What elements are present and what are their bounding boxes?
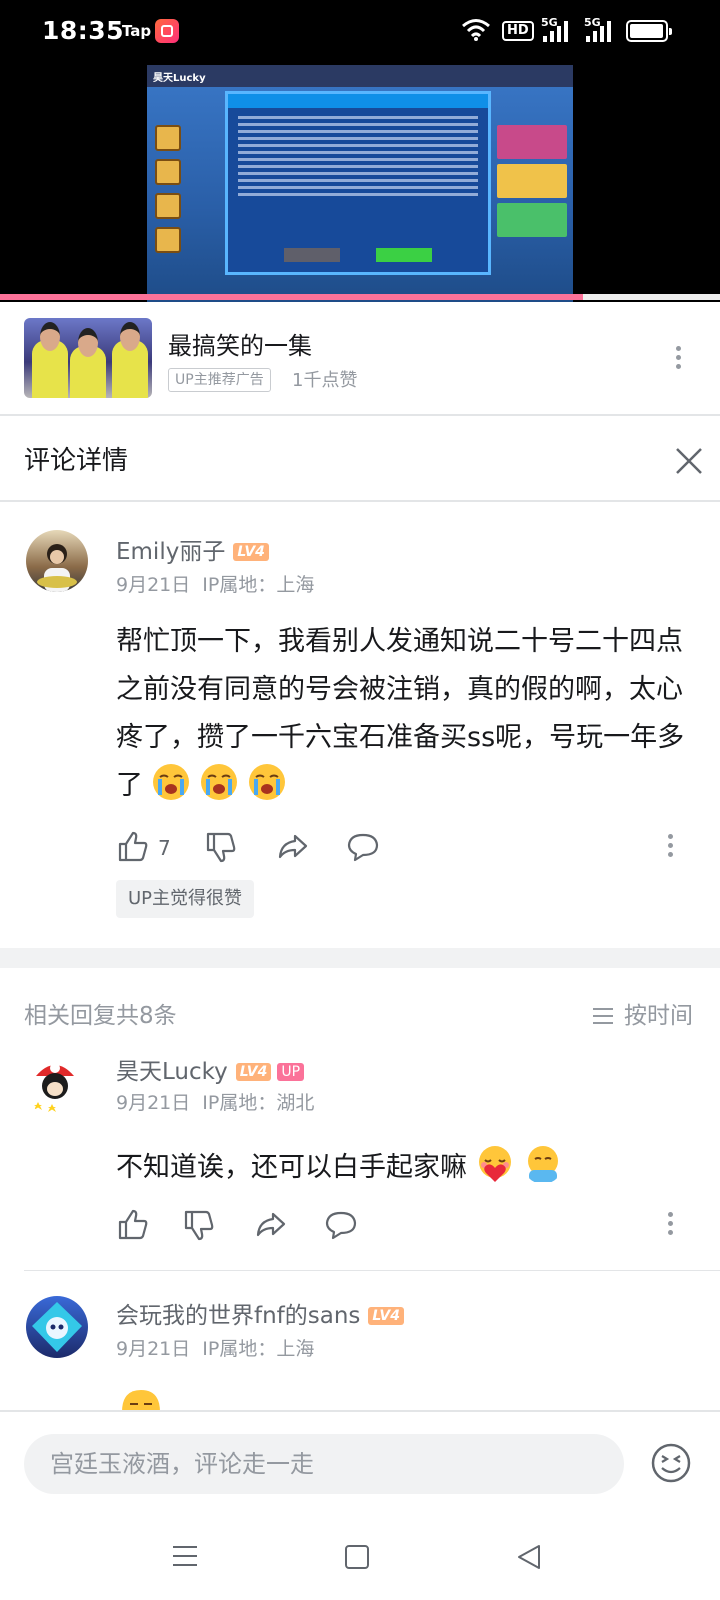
username-text[interactable]: 会玩我的世界fnf的sans xyxy=(116,1303,360,1329)
reply-meta: 9月21日 IP属地：上海 xyxy=(116,1334,314,1361)
reply-date: 9月21日 xyxy=(116,1092,191,1114)
back-icon[interactable] xyxy=(516,1544,542,1570)
comment-actions: 7 xyxy=(116,830,696,866)
status-time: 18:35 xyxy=(42,16,125,45)
page-title: 评论详情 xyxy=(24,446,129,476)
video-progress-fill xyxy=(0,294,584,300)
ad-badge: UP主推荐广告 xyxy=(168,368,271,392)
crying-emoji xyxy=(153,764,189,800)
partial-emoji xyxy=(122,1390,160,1412)
level-badge: LV4 xyxy=(235,1063,272,1081)
battery-icon xyxy=(626,20,672,42)
reply-body: 不知道诶，还可以白手起家嘛 xyxy=(116,1152,467,1183)
system-nav-bar xyxy=(0,1516,720,1600)
hd-badge: HD xyxy=(502,21,534,41)
heart-hug-emoji xyxy=(479,1146,511,1182)
input-placeholder: 宫廷玉液酒，评论走一走 xyxy=(50,1450,314,1478)
sort-label[interactable]: 按时间 xyxy=(624,1003,693,1029)
signal-1-label: 5G xyxy=(541,16,558,29)
like-icon[interactable] xyxy=(116,1208,150,1242)
like-count: 7 xyxy=(158,836,171,860)
crying-emoji xyxy=(249,764,285,800)
wifi-icon xyxy=(462,19,490,41)
comment-input-bar: 宫廷玉液酒，评论走一走 xyxy=(0,1410,720,1516)
reply-username[interactable]: 昊天Lucky LV4 UP xyxy=(116,1052,305,1086)
dislike-icon[interactable] xyxy=(182,1208,216,1242)
video-watermark: 昊天Lucky xyxy=(153,73,206,84)
sort-button[interactable]: 按时间 xyxy=(592,996,693,1030)
share-icon[interactable] xyxy=(254,1208,288,1242)
up-badge: UP xyxy=(277,1063,305,1081)
avatar[interactable] xyxy=(26,1296,88,1358)
dialog-accept-button xyxy=(376,248,432,262)
more-icon[interactable] xyxy=(676,346,682,372)
replies-count: 相关回复共8条 xyxy=(24,1003,177,1029)
divider xyxy=(0,500,720,502)
dialog-title-bar xyxy=(228,94,488,108)
share-icon[interactable] xyxy=(276,830,310,864)
reply-location: IP属地：湖北 xyxy=(202,1092,315,1114)
comment-meta: 9月21日 IP属地：上海 xyxy=(116,570,314,597)
dislike-icon[interactable] xyxy=(204,830,238,864)
more-icon[interactable] xyxy=(668,1212,674,1238)
sort-icon xyxy=(593,1008,613,1024)
comment-text: 帮忙顶一下，我看别人发通知说二十号二十四点之前没有同意的号会被注销，真的假的啊，… xyxy=(116,618,698,810)
level-badge: LV4 xyxy=(368,1307,404,1325)
more-icon[interactable] xyxy=(668,834,674,860)
section-gap xyxy=(0,948,720,968)
username-text[interactable]: Emily丽子 xyxy=(116,539,225,565)
username-text[interactable]: 昊天Lucky xyxy=(116,1059,228,1085)
avatar[interactable] xyxy=(26,530,88,592)
signal-2-label: 5G xyxy=(584,16,601,29)
reply-icon[interactable] xyxy=(346,830,380,864)
avatar[interactable] xyxy=(24,1054,86,1116)
ad-card[interactable]: 最搞笑的一集 UP主推荐广告 1千点赞 xyxy=(0,302,720,414)
game-panels xyxy=(497,125,567,242)
reply-username[interactable]: 会玩我的世界fnf的sans LV4 xyxy=(116,1296,404,1330)
reply-meta: 9月21日 IP属地：湖北 xyxy=(116,1088,314,1115)
divider xyxy=(24,1270,720,1271)
up-liked-tag: UP主觉得很赞 xyxy=(116,880,255,918)
like-icon[interactable] xyxy=(116,830,150,864)
emoji-icon[interactable] xyxy=(650,1442,692,1484)
crying-emoji xyxy=(201,764,237,800)
close-icon[interactable] xyxy=(674,446,704,476)
dialog-decline-button xyxy=(284,248,340,262)
reply-location: IP属地：上海 xyxy=(202,1338,315,1360)
video-frame: 昊天Lucky xyxy=(147,65,573,302)
reply-text: 不知道诶，还可以白手起家嘛 xyxy=(116,1144,696,1192)
hug-emoji xyxy=(528,1146,558,1182)
home-icon[interactable] xyxy=(345,1545,369,1569)
video-progress-bar[interactable] xyxy=(0,294,720,300)
app-icon xyxy=(155,19,179,43)
divider xyxy=(0,414,720,416)
ad-likes: 1千点赞 xyxy=(292,370,358,391)
game-dialog xyxy=(225,91,491,275)
ad-thumbnail[interactable] xyxy=(24,318,152,398)
signal-icon: 5G xyxy=(584,16,618,48)
ad-title[interactable]: 最搞笑的一集 xyxy=(168,326,312,361)
level-badge: LV4 xyxy=(233,543,269,561)
reply-icon[interactable] xyxy=(324,1208,358,1242)
carrier-text: Tap xyxy=(122,22,152,40)
comment-input[interactable]: 宫廷玉液酒，评论走一走 xyxy=(24,1434,624,1494)
menu-icon[interactable] xyxy=(172,1544,198,1568)
comment-date: 9月21日 xyxy=(116,574,191,596)
reply-date: 9月21日 xyxy=(116,1338,191,1360)
comment-location: IP属地：上海 xyxy=(202,574,315,596)
game-topbar: 昊天Lucky xyxy=(147,65,573,87)
video-player[interactable]: 昊天Lucky xyxy=(0,62,720,302)
signal-icon: 5G xyxy=(541,16,575,48)
comment-username[interactable]: Emily丽子 LV4 xyxy=(116,532,269,566)
status-bar: 18:35 Tap HD 5G 5G xyxy=(0,0,720,62)
reply-actions xyxy=(116,1208,696,1244)
game-sidebar xyxy=(155,125,191,275)
